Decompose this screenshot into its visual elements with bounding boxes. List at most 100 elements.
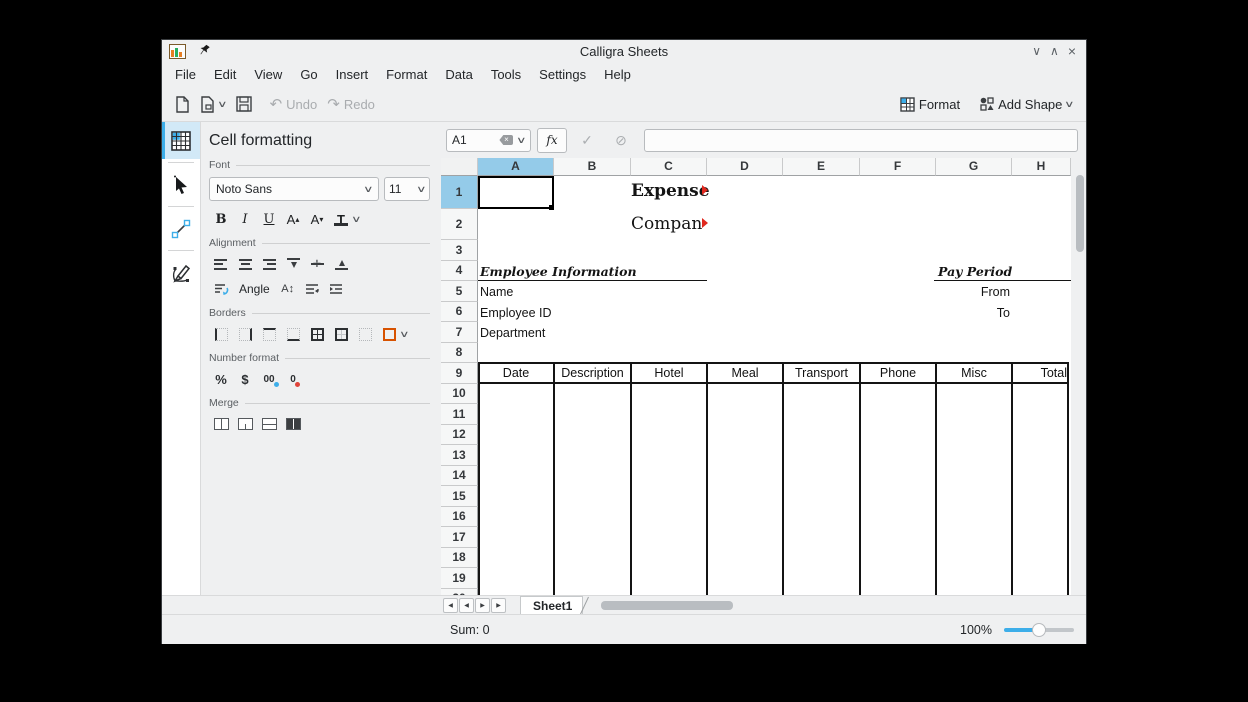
border-options-chevron-icon[interactable]: ∨ — [399, 329, 410, 340]
titlebar[interactable]: Calligra Sheets ∨ ∧ × — [162, 40, 1086, 62]
row-header[interactable]: 4 — [441, 261, 478, 282]
cell-to-label[interactable]: To — [936, 306, 1010, 320]
vertical-scrollbar-thumb[interactable] — [1076, 175, 1084, 252]
angle-button[interactable]: Angle — [233, 282, 276, 296]
italic-button[interactable]: I — [233, 210, 257, 228]
shrink-font-button[interactable]: A▾ — [305, 210, 329, 228]
row-header[interactable]: 2 — [441, 209, 478, 240]
cell-employee-id-label[interactable]: Employee ID — [480, 306, 552, 320]
column-header-b[interactable]: B — [554, 158, 631, 176]
menu-help[interactable]: Help — [595, 64, 640, 85]
table-header-phone[interactable]: Phone — [860, 363, 936, 384]
row-header[interactable]: 15 — [441, 486, 478, 507]
menu-tools[interactable]: Tools — [482, 64, 530, 85]
font-options-chevron-icon[interactable]: ∨ — [351, 214, 362, 225]
money-format-button[interactable]: $ — [233, 370, 257, 388]
table-header-transport[interactable]: Transport — [783, 363, 860, 384]
align-bottom-button[interactable] — [329, 255, 353, 273]
select-all-corner[interactable] — [441, 158, 478, 176]
merge-horizontal-button[interactable] — [233, 415, 257, 433]
column-header-e[interactable]: E — [783, 158, 860, 176]
clear-cell-reference-icon[interactable]: × — [499, 135, 513, 145]
column-header-a[interactable]: A — [478, 158, 554, 176]
vertical-scrollbar[interactable] — [1075, 158, 1085, 595]
menu-go[interactable]: Go — [291, 64, 326, 85]
row-header[interactable]: 16 — [441, 507, 478, 528]
menu-format[interactable]: Format — [377, 64, 436, 85]
cell-tool-button[interactable] — [162, 122, 200, 159]
column-header-h[interactable]: H — [1012, 158, 1071, 176]
minimize-button[interactable]: ∨ — [1032, 45, 1041, 57]
cell-employee-information[interactable]: Employee Information — [480, 264, 637, 279]
menu-settings[interactable]: Settings — [530, 64, 595, 85]
column-header-g[interactable]: G — [936, 158, 1012, 176]
border-left-button[interactable] — [209, 325, 233, 343]
font-family-select[interactable]: Noto Sans ∨ — [209, 177, 379, 201]
menu-view[interactable]: View — [245, 64, 291, 85]
dissociate-cells-button[interactable] — [281, 415, 305, 433]
cell-reference-chevron-icon[interactable]: ∨ — [516, 135, 527, 146]
row-header[interactable]: 6 — [441, 302, 478, 323]
open-recent-chevron-icon[interactable]: ∨ — [217, 99, 228, 110]
previous-sheet-button[interactable]: ◀ — [459, 598, 474, 613]
border-top-button[interactable] — [257, 325, 281, 343]
zoom-slider[interactable] — [1004, 623, 1074, 637]
row-header[interactable]: 14 — [441, 466, 478, 487]
border-bottom-button[interactable] — [281, 325, 305, 343]
row-header[interactable]: 1 — [441, 176, 478, 209]
border-all-button[interactable] — [305, 325, 329, 343]
row-header[interactable]: 10 — [441, 384, 478, 405]
align-middle-button[interactable]: ✛ — [305, 255, 329, 273]
cell-company-subtitle[interactable]: Compan — [631, 214, 699, 234]
row-header[interactable]: 12 — [441, 425, 478, 446]
border-color-button[interactable] — [377, 325, 401, 343]
calligraphy-tool-button[interactable] — [162, 254, 200, 291]
row-header[interactable]: 19 — [441, 568, 478, 589]
cell-name-label[interactable]: Name — [480, 285, 513, 299]
column-headers[interactable]: A B C D E F G H — [441, 158, 1071, 176]
selected-cell-a1[interactable] — [478, 176, 554, 209]
row-header[interactable]: 3 — [441, 240, 478, 261]
row-header[interactable]: 18 — [441, 548, 478, 569]
rotate-text-button[interactable] — [209, 280, 233, 298]
merge-vertical-button[interactable] — [257, 415, 281, 433]
font-color-button[interactable]: T — [329, 210, 353, 228]
column-header-c[interactable]: C — [631, 158, 707, 176]
font-size-select[interactable]: 11 ∨ — [384, 177, 430, 201]
menu-edit[interactable]: Edit — [205, 64, 245, 85]
horizontal-scrollbar-thumb[interactable] — [601, 601, 733, 610]
insert-function-button[interactable]: fx — [537, 128, 567, 153]
border-right-button[interactable] — [233, 325, 257, 343]
decrease-precision-button[interactable]: 0 — [281, 370, 305, 388]
border-none-button[interactable] — [353, 325, 377, 343]
grow-font-button[interactable]: A▴ — [281, 210, 305, 228]
align-right-button[interactable] — [257, 255, 281, 273]
close-button[interactable]: × — [1068, 44, 1076, 58]
maximize-button[interactable]: ∧ — [1050, 45, 1059, 57]
align-left-button[interactable] — [209, 255, 233, 273]
fill-handle[interactable] — [549, 205, 554, 210]
increase-precision-button[interactable]: 00 — [257, 370, 281, 388]
open-document-button[interactable]: ∨ — [195, 92, 231, 117]
align-center-button[interactable] — [233, 255, 257, 273]
table-header-hotel[interactable]: Hotel — [631, 363, 707, 384]
cell-pay-period[interactable]: Pay Period — [938, 264, 1012, 279]
zoom-slider-handle[interactable] — [1032, 623, 1046, 637]
next-sheet-button[interactable]: ▶ — [475, 598, 490, 613]
cell-from-label[interactable]: From — [936, 285, 1010, 299]
percent-format-button[interactable]: % — [209, 370, 233, 388]
border-outer-button[interactable] — [329, 325, 353, 343]
underline-button[interactable]: U — [257, 210, 281, 228]
row-header[interactable]: 7 — [441, 322, 478, 343]
table-header-meal[interactable]: Meal — [707, 363, 783, 384]
vertical-text-button[interactable]: A↕ — [276, 280, 300, 298]
menu-file[interactable]: File — [166, 64, 205, 85]
table-header-misc[interactable]: Misc — [936, 363, 1012, 384]
menu-insert[interactable]: Insert — [327, 64, 378, 85]
row-header[interactable]: 11 — [441, 404, 478, 425]
connector-tool-button[interactable] — [162, 210, 200, 247]
cell-expense-title[interactable]: Expense — [631, 181, 701, 201]
row-header[interactable]: 13 — [441, 445, 478, 466]
column-header-d[interactable]: D — [707, 158, 783, 176]
sheet-tab[interactable]: Sheet1 — [520, 596, 583, 615]
